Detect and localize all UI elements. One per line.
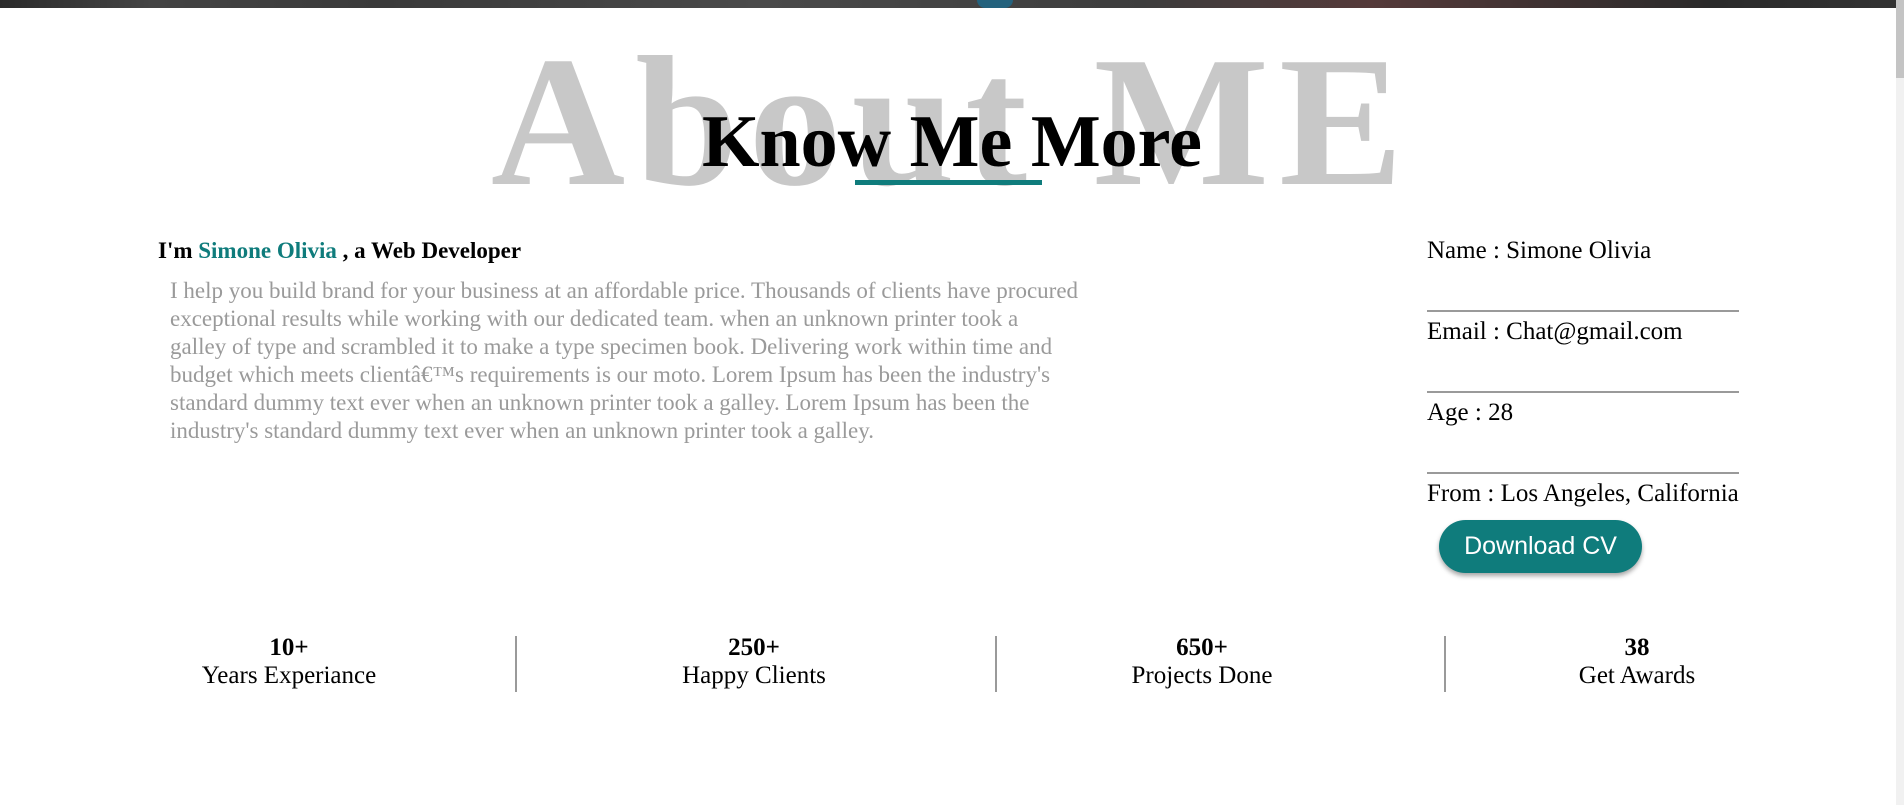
stat-divider — [995, 636, 997, 692]
top-strip-detail — [977, 0, 1013, 8]
stat-value: 250+ — [728, 634, 780, 661]
stats-row: 10+ Years Experiance 250+ Happy Clients … — [0, 634, 1904, 694]
stat-item: 38 Get Awards — [1507, 634, 1767, 690]
stat-item: 650+ Projects Done — [1072, 634, 1332, 690]
stat-label: Years Experiance — [201, 662, 377, 689]
intro-name: Simone Olivia — [198, 238, 337, 263]
top-image-strip — [0, 0, 1904, 8]
detail-age: Age : 28 — [1427, 393, 1739, 474]
stat-label: Projects Done — [1131, 662, 1273, 689]
detail-email: Email : Chat@gmail.com — [1427, 312, 1739, 393]
detail-from: From : Los Angeles, California — [1427, 480, 1739, 507]
download-cv-button[interactable]: Download CV — [1439, 520, 1642, 573]
stat-divider — [1444, 636, 1446, 692]
section-title: Know Me More — [701, 101, 1203, 183]
title-underline — [855, 180, 1042, 185]
intro-line: I'm Simone Olivia , a Web Developer — [158, 236, 521, 266]
stat-item: 10+ Years Experiance — [159, 634, 419, 690]
stat-label: Happy Clients — [682, 662, 826, 689]
stat-value: 10+ — [269, 634, 309, 661]
intro-prefix: I'm — [158, 238, 199, 263]
personal-details: Name : Simone Olivia Email : Chat@gmail.… — [1427, 231, 1739, 514]
detail-name: Name : Simone Olivia — [1427, 231, 1739, 312]
stat-value: 38 — [1624, 634, 1650, 661]
stat-value: 650+ — [1176, 634, 1228, 661]
stat-item: 250+ Happy Clients — [624, 634, 884, 690]
stat-divider — [515, 636, 517, 692]
intro-role: , a Web Developer — [336, 238, 522, 263]
stat-label: Get Awards — [1578, 662, 1696, 689]
bio-paragraph: I help you build brand for your business… — [170, 278, 1079, 443]
